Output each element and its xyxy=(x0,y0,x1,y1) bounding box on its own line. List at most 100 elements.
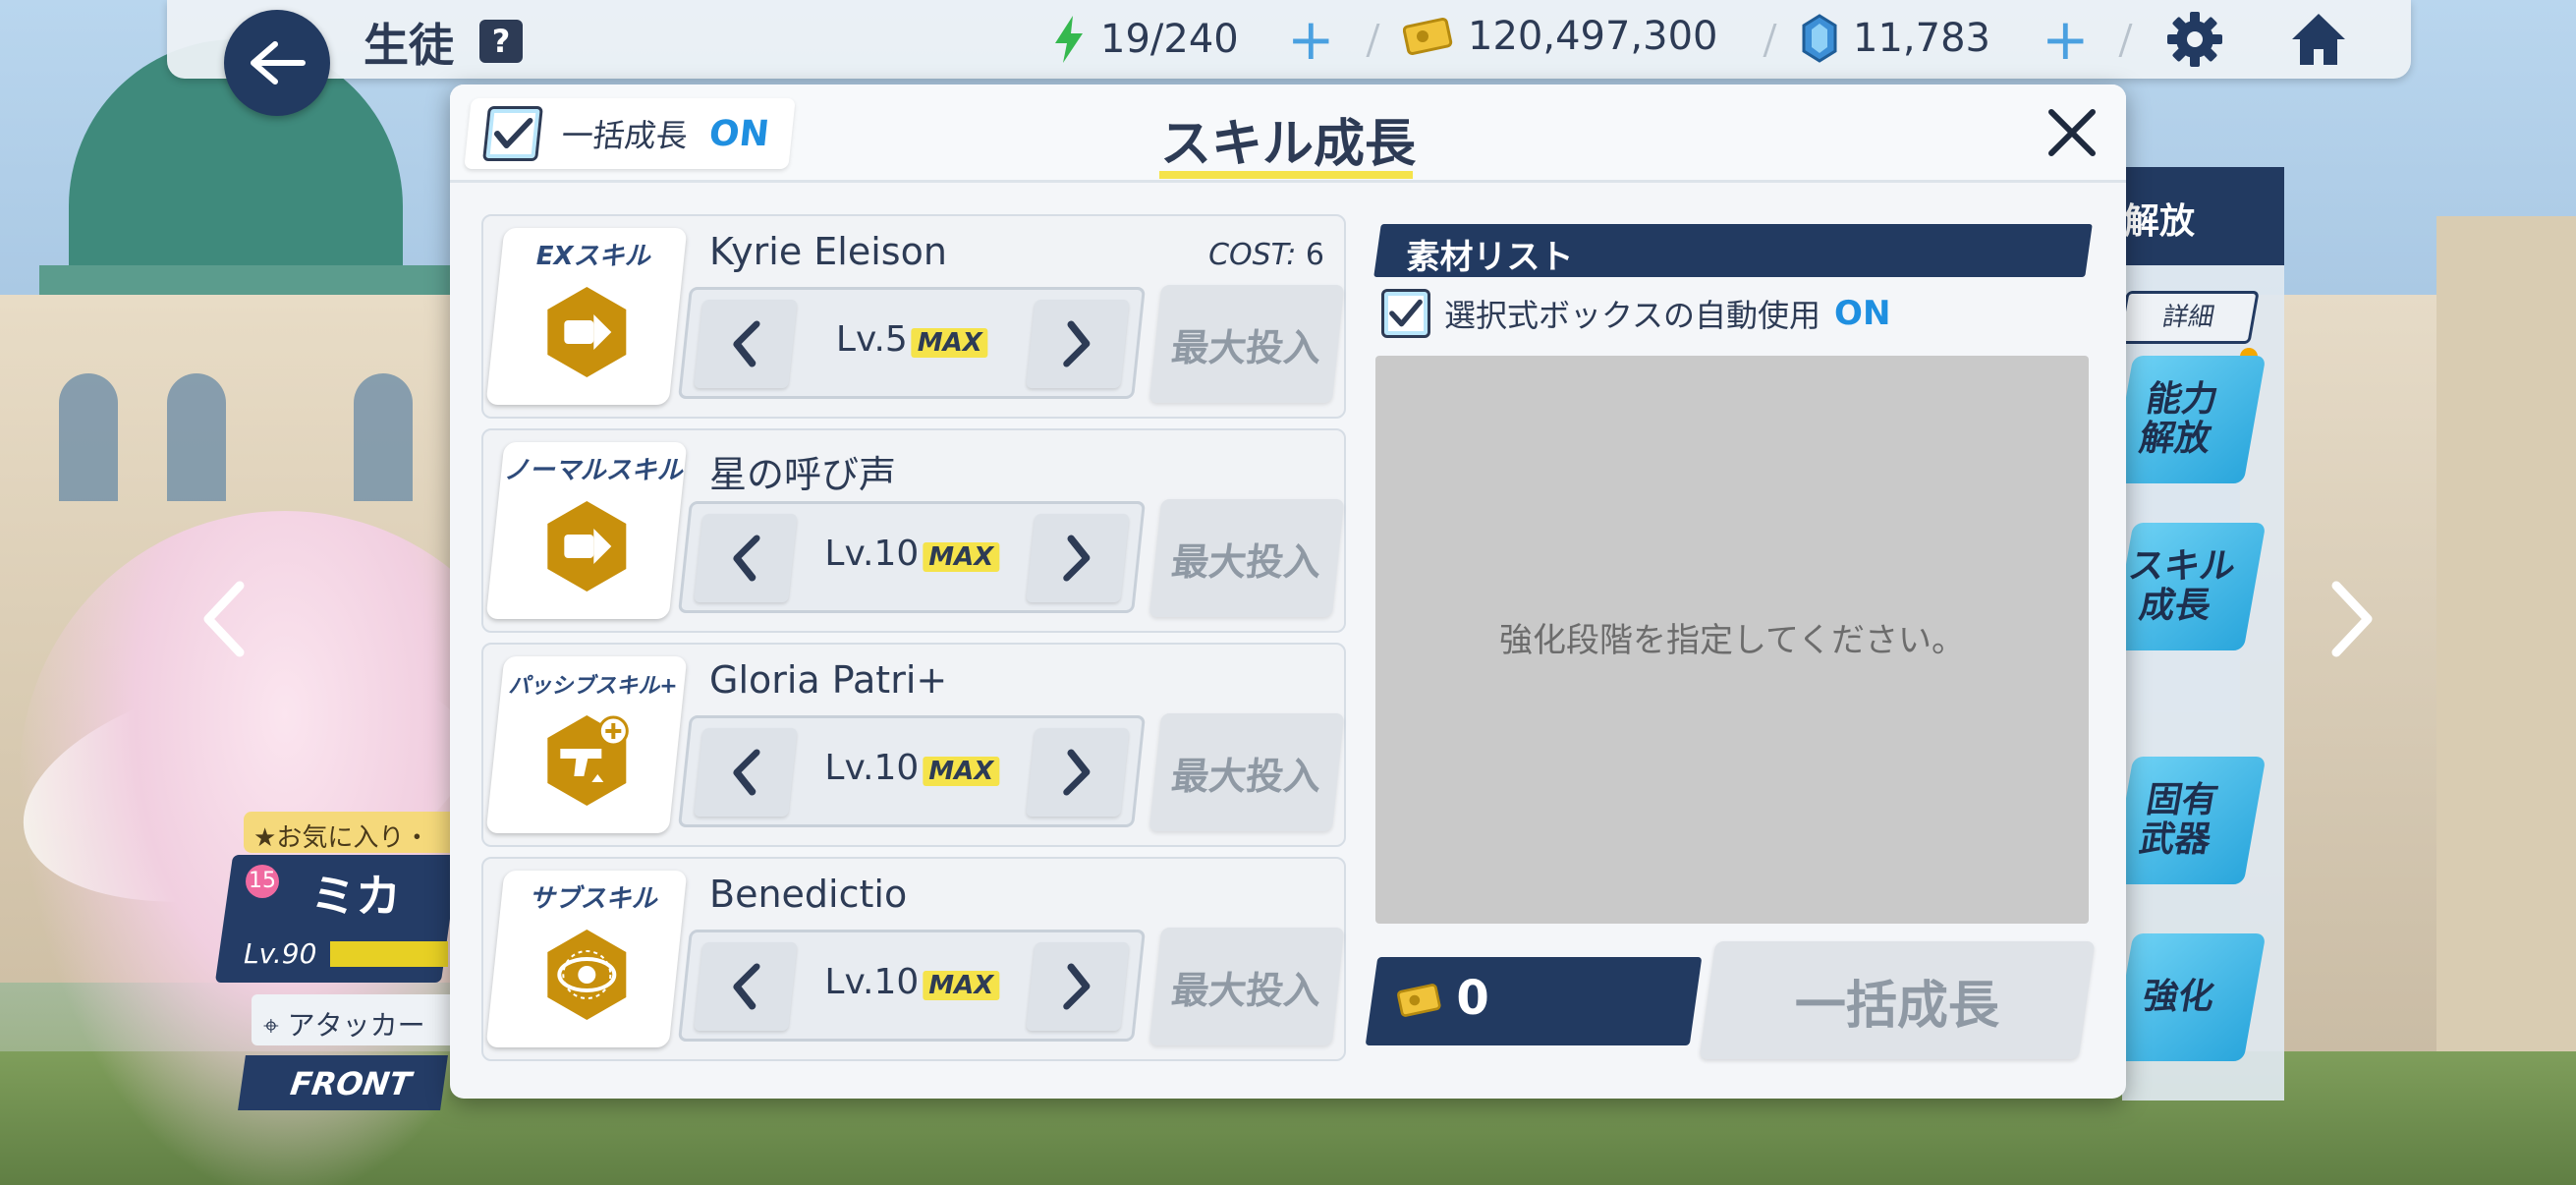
credit-icon xyxy=(1403,17,1453,56)
chevron-right-icon xyxy=(1063,320,1091,367)
empty-message: 強化段階を指定してください。 xyxy=(1499,621,1965,660)
check-icon xyxy=(1389,299,1423,327)
pyroxene-value: 11,783 xyxy=(1853,16,1990,61)
title-underline xyxy=(1159,171,1413,179)
level-display: Lv.10 MAX xyxy=(805,748,1019,788)
auto-use-state: ON xyxy=(1834,294,1891,333)
checkbox[interactable] xyxy=(1381,289,1430,338)
max-tag: MAX xyxy=(923,971,1000,1000)
gear-icon xyxy=(2167,12,2222,67)
max-tag: MAX xyxy=(923,542,1000,572)
level-decrease-button[interactable] xyxy=(694,514,798,602)
max-input-button[interactable]: 最大投入 xyxy=(1148,928,1345,1045)
skill-name: Benedictio xyxy=(709,873,908,916)
ap-value: 19/240 xyxy=(1100,17,1239,62)
chevron-right-icon xyxy=(1063,535,1091,582)
level-value: Lv.5 xyxy=(835,319,908,360)
level-increase-button[interactable] xyxy=(1026,942,1130,1031)
crosshair-icon: ⌖ xyxy=(263,1009,288,1042)
bullet-skill-icon xyxy=(547,287,627,377)
chevron-left-icon xyxy=(733,320,760,367)
chevron-left-icon xyxy=(733,963,760,1010)
settings-button[interactable] xyxy=(2163,8,2226,71)
skill-card: パッシブスキル+ xyxy=(485,656,688,833)
level-value: Lv.10 xyxy=(824,534,920,574)
favorite-label: お気に入り・ xyxy=(276,823,430,853)
max-input-button[interactable]: 最大投入 xyxy=(1148,285,1345,403)
level-increase-button[interactable] xyxy=(1026,514,1130,602)
pyroxene-icon xyxy=(1802,14,1837,63)
skill-card: EXスキル xyxy=(485,228,688,405)
enhance-button[interactable]: 強化 xyxy=(2110,933,2267,1061)
home-button[interactable] xyxy=(2287,8,2350,71)
building-right-far xyxy=(2436,216,2576,1179)
max-input-button[interactable]: 最大投入 xyxy=(1148,499,1345,617)
add-ap-button[interactable]: + xyxy=(1287,10,1335,69)
credit-counter: 120,497,300 xyxy=(1403,14,1717,59)
credit-cost-value: 0 xyxy=(1456,971,1489,1026)
level-value: Lv.10 xyxy=(824,962,920,1002)
unique-weapon-button[interactable]: 固有 武器 xyxy=(2110,757,2267,884)
star-icon: ★ xyxy=(253,823,277,853)
skill-row-sub: サブスキル Benedictio Lv.10 MAX 最大投入 xyxy=(481,857,1346,1061)
character-name: ミカ xyxy=(310,870,401,923)
skill-type: サブスキル xyxy=(529,884,657,914)
credit-cost-box: 0 xyxy=(1365,957,1703,1045)
right-menu-header-label: 解放 xyxy=(2124,201,2196,242)
max-tag: MAX xyxy=(911,328,988,358)
close-button[interactable] xyxy=(2038,98,2106,167)
level-display: Lv.10 MAX xyxy=(805,962,1019,1002)
skill-name: Gloria Patri+ xyxy=(709,658,948,702)
skill-row-normal: ノーマルスキル 星の呼び声 Lv.10 MAX 最大投入 xyxy=(481,428,1346,633)
detail-button[interactable]: 詳細 xyxy=(2117,291,2260,344)
skill-name: 星の呼び声 xyxy=(709,453,897,496)
right-menu-header: 解放 xyxy=(2122,167,2284,265)
skill-growth-button[interactable]: スキル 成長 xyxy=(2110,523,2267,650)
role-label: アタッカー xyxy=(287,1009,425,1042)
skill-cost: COST: 6 xyxy=(1208,238,1324,272)
material-list-title: 素材リスト xyxy=(1406,238,1574,277)
skill-row-ex: EXスキル Kyrie Eleison COST: 6 Lv.5 MAX 最大投入 xyxy=(481,214,1346,419)
back-button[interactable] xyxy=(224,10,330,116)
level-increase-button[interactable] xyxy=(1026,300,1130,388)
character-level: Lv.90 xyxy=(244,937,317,970)
skill-row-passive: パッシブスキル+ Gloria Patri+ Lv.10 MAX 最大投入 xyxy=(481,643,1346,847)
chevron-right-icon xyxy=(1063,749,1091,796)
level-stepper: Lv.10 MAX xyxy=(678,930,1146,1042)
bullet-skill-icon xyxy=(547,501,627,592)
credit-value: 120,497,300 xyxy=(1468,14,1718,59)
max-tag: MAX xyxy=(923,757,1000,786)
material-list-header: 素材リスト xyxy=(1373,224,2093,277)
add-pyroxene-button[interactable]: + xyxy=(2042,10,2090,69)
level-decrease-button[interactable] xyxy=(694,300,798,388)
bulk-growth-button[interactable]: 一括成長 xyxy=(1699,941,2096,1059)
chevron-left-icon xyxy=(733,749,760,796)
level-stepper: Lv.10 MAX xyxy=(678,715,1146,827)
pistol-skill-icon xyxy=(547,715,629,806)
role-tag: ⌖ アタッカー xyxy=(252,994,458,1045)
dialog-title: スキル成長 xyxy=(1159,115,1416,174)
chevron-right-icon[interactable] xyxy=(2321,580,2380,658)
help-icon[interactable]: ? xyxy=(479,20,523,63)
cost-value: 6 xyxy=(1305,238,1324,272)
level-increase-button[interactable] xyxy=(1026,728,1130,817)
ability-release-button[interactable]: 能力 解放 xyxy=(2110,356,2267,483)
level-decrease-button[interactable] xyxy=(694,728,798,817)
skill-growth-dialog: 一括成長 ON スキル成長 EXスキル Kyrie Eleison COST: … xyxy=(450,85,2126,1099)
auto-use-label: 選択式ボックスの自動使用 xyxy=(1444,297,1821,334)
ap-bolt-icon xyxy=(1055,16,1083,63)
level-decrease-button[interactable] xyxy=(694,942,798,1031)
skill-type: パッシブスキル+ xyxy=(508,674,678,699)
auto-use-toggle[interactable]: 選択式ボックスの自動使用 ON xyxy=(1381,289,1890,338)
skill-card: ノーマルスキル xyxy=(485,442,688,619)
close-icon xyxy=(2048,109,2096,156)
credit-icon xyxy=(1397,984,1441,1017)
chevron-left-icon[interactable] xyxy=(196,580,255,658)
skill-name: Kyrie Eleison xyxy=(709,230,947,273)
skill-card: サブスキル xyxy=(485,871,688,1047)
home-icon xyxy=(2292,14,2345,65)
max-input-button[interactable]: 最大投入 xyxy=(1148,713,1345,831)
bond-level-badge: 15 xyxy=(246,865,279,898)
back-arrow-icon xyxy=(251,41,306,85)
level-value: Lv.10 xyxy=(824,748,920,788)
